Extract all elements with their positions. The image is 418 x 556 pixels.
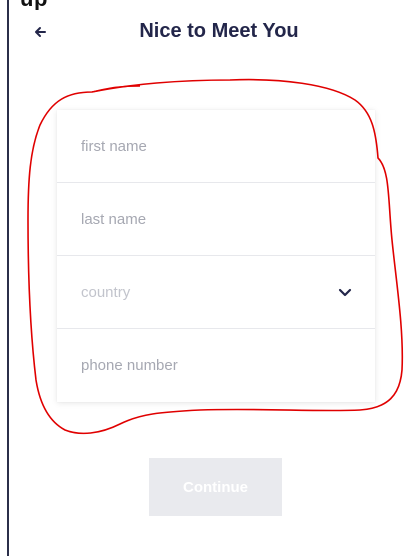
last-name-field-row <box>57 183 375 256</box>
header: Nice to Meet You <box>0 18 418 48</box>
last-name-input[interactable] <box>81 210 341 228</box>
top-fragment-text: up <box>20 0 48 10</box>
phone-number-field-row <box>57 329 375 402</box>
continue-button[interactable]: Continue <box>149 458 282 516</box>
top-text-fragment: up <box>0 0 110 10</box>
signup-screen: up Nice to Meet You country Continue <box>0 0 418 556</box>
left-border <box>7 0 9 556</box>
page-title: Nice to Meet You <box>139 20 299 42</box>
country-select[interactable]: country <box>57 256 375 329</box>
phone-number-input[interactable] <box>81 357 341 374</box>
country-select-placeholder: country <box>81 283 131 301</box>
form-card: country <box>57 110 375 402</box>
first-name-field-row <box>57 110 375 183</box>
chevron-down-icon <box>338 288 352 297</box>
first-name-input[interactable] <box>81 137 341 155</box>
